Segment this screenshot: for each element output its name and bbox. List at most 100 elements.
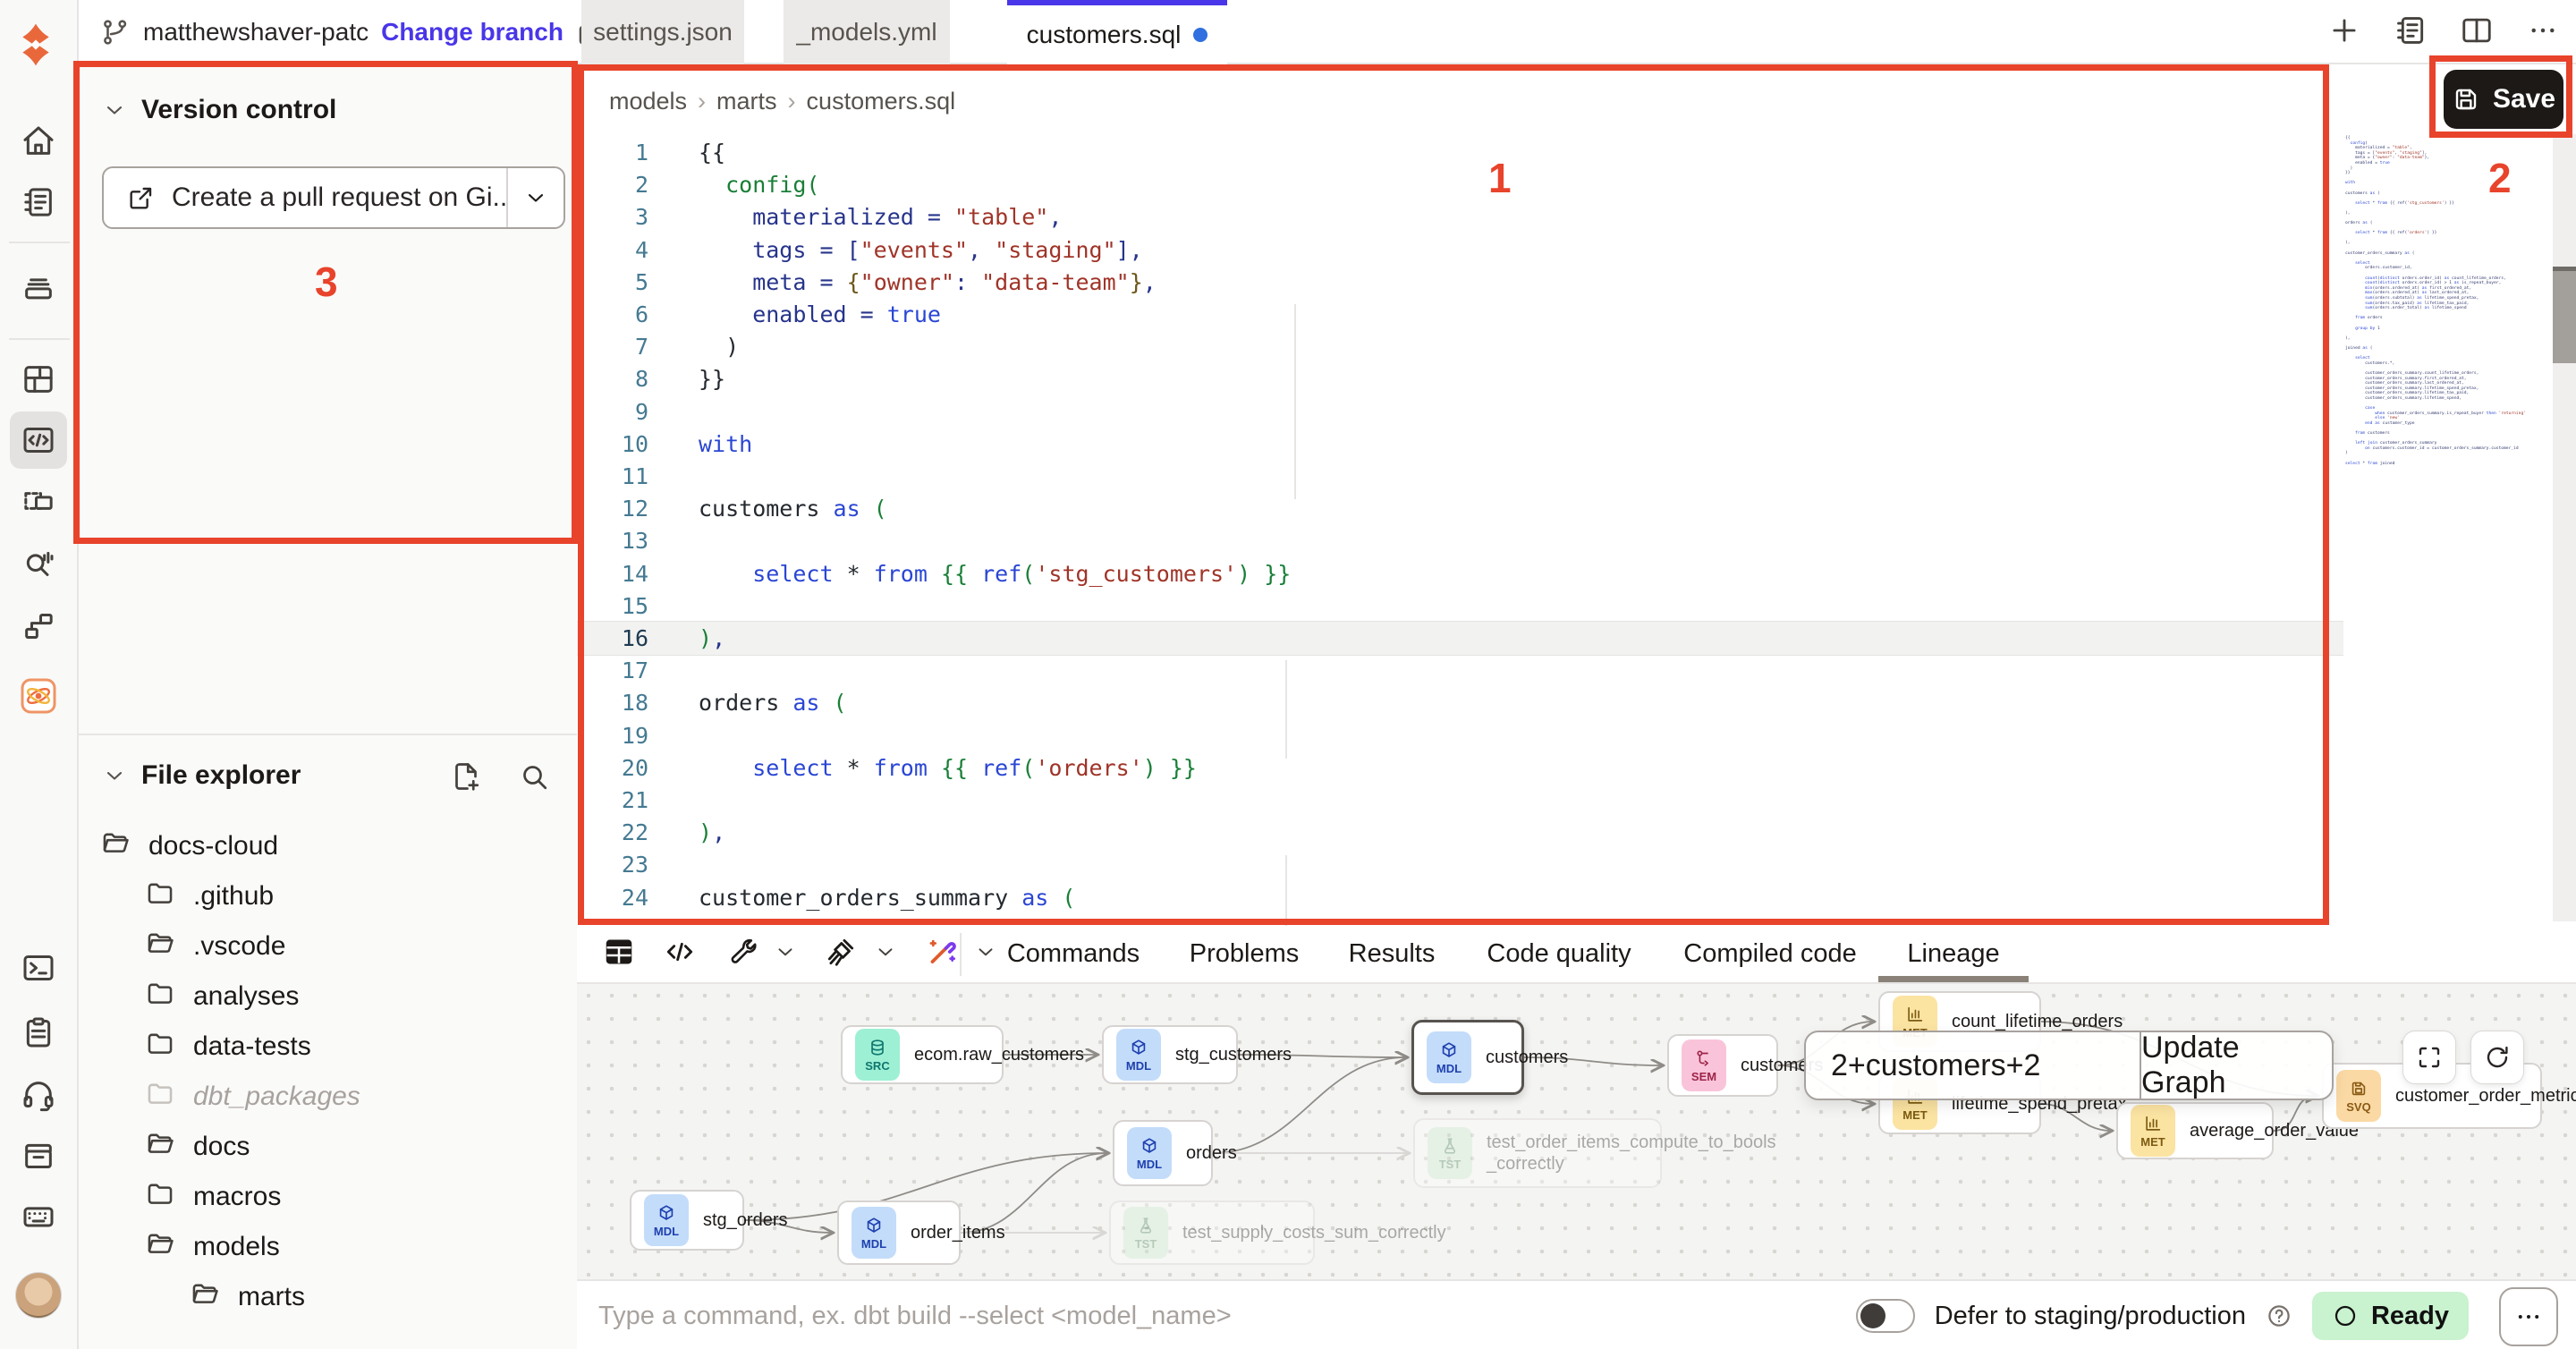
- tree-item-models[interactable]: models: [145, 1222, 280, 1272]
- frame-icon[interactable]: [10, 472, 67, 530]
- tree-item-analyses[interactable]: analyses: [145, 971, 299, 1022]
- lineage-node-raw_customers[interactable]: SRCecom.raw_customers: [841, 1025, 1004, 1084]
- tab-commands[interactable]: Commands: [1007, 926, 1140, 982]
- tab-problems[interactable]: Problems: [1190, 926, 1300, 982]
- code-line-24[interactable]: 24customer_orders_summary as (: [577, 881, 2343, 914]
- tab-settings.json[interactable]: settings.json: [581, 0, 744, 64]
- code-line-9[interactable]: 9: [577, 395, 2343, 428]
- tree-item-marts[interactable]: marts: [190, 1272, 305, 1322]
- tree-item-macros[interactable]: macros: [145, 1172, 281, 1222]
- broom-icon[interactable]: [824, 935, 858, 973]
- code-line-10[interactable]: 10with: [577, 428, 2343, 461]
- code-line-5[interactable]: 5 meta = {"owner": "data-team"},: [577, 266, 2343, 299]
- drawer-icon[interactable]: [10, 1127, 67, 1184]
- search-icon[interactable]: [518, 760, 550, 793]
- split-icon[interactable]: [2460, 13, 2494, 52]
- chevron-down-icon[interactable]: [774, 940, 797, 968]
- code-line-3[interactable]: 3 materialized = "table",: [577, 200, 2343, 233]
- lineage-node-stg_customers[interactable]: MDLstg_customers: [1102, 1025, 1238, 1084]
- command-input[interactable]: Type a command, ex. dbt build --select <…: [598, 1281, 1232, 1349]
- more-options-button[interactable]: [2499, 1287, 2558, 1346]
- lineage-node-customers_sem[interactable]: SEMcustomers: [1667, 1034, 1778, 1097]
- breadcrumb-segment[interactable]: models: [609, 88, 687, 115]
- tree-item-.vscode[interactable]: .vscode: [145, 921, 285, 971]
- tree-item-data-tests[interactable]: data-tests: [145, 1022, 311, 1072]
- new-file-icon[interactable]: [450, 760, 482, 793]
- lineage-node-order_items[interactable]: MDLorder_items: [837, 1201, 961, 1265]
- ellipsis-icon[interactable]: [2526, 13, 2560, 52]
- journal-icon[interactable]: [2394, 13, 2428, 52]
- dbt-atom-icon[interactable]: [10, 667, 67, 725]
- code-line-2[interactable]: 2 config(: [577, 168, 2343, 201]
- magic-wand-icon[interactable]: [924, 935, 958, 973]
- chevron-down-icon[interactable]: [874, 940, 897, 968]
- user-avatar[interactable]: [10, 1267, 67, 1324]
- defer-toggle[interactable]: [1856, 1299, 1915, 1333]
- breadcrumb-segment[interactable]: customers.sql: [807, 88, 956, 115]
- status-badge[interactable]: Ready: [2312, 1292, 2469, 1340]
- home-icon[interactable]: [10, 113, 67, 170]
- code-line-15[interactable]: 15: [577, 590, 2343, 623]
- help-icon[interactable]: [2266, 1302, 2292, 1329]
- code-line-12[interactable]: 12customers as (: [577, 492, 2343, 525]
- refresh-graph-button[interactable]: [2470, 1031, 2524, 1084]
- code-icon[interactable]: [663, 935, 697, 973]
- dbt-logo-icon[interactable]: [11, 20, 61, 70]
- tab-_models.yml[interactable]: _models.yml: [784, 0, 950, 64]
- lineage-node-customers_mdl[interactable]: MDLcustomers: [1411, 1020, 1524, 1095]
- lineage-node-tst_supply[interactable]: TSTtest_supply_costs_sum_correctly: [1109, 1201, 1315, 1265]
- tab-customers.sql[interactable]: customers.sql: [1007, 0, 1227, 64]
- lineage-node-avg_order_value[interactable]: METaverage_order_value: [2116, 1102, 2274, 1159]
- code-line-4[interactable]: 4 tags = ["events", "staging"],: [577, 233, 2343, 267]
- tree-item-.github[interactable]: .github: [145, 871, 274, 921]
- terminal-icon[interactable]: [10, 939, 67, 997]
- lineage-node-stg_orders[interactable]: MDLstg_orders: [630, 1190, 744, 1251]
- code-line-8[interactable]: 8}}: [577, 362, 2343, 395]
- file-explorer-header[interactable]: File explorer: [102, 760, 301, 791]
- update-graph-button[interactable]: Update Graph: [2140, 1032, 2332, 1099]
- change-branch-link[interactable]: Change branch: [381, 18, 564, 47]
- code-line-20[interactable]: 20 select * from {{ ref('orders') }}: [577, 751, 2343, 785]
- code-line-19[interactable]: 19: [577, 719, 2343, 752]
- plus-icon[interactable]: [2327, 13, 2361, 52]
- version-control-header[interactable]: Version control: [102, 95, 336, 125]
- lineage-node-orders[interactable]: MDLorders: [1113, 1120, 1213, 1186]
- breadcrumb-segment[interactable]: marts: [716, 88, 777, 115]
- code-line-14[interactable]: 14 select * from {{ ref('stg_customers')…: [577, 557, 2343, 590]
- headset-icon[interactable]: [10, 1066, 67, 1124]
- keyboard-icon[interactable]: [10, 1188, 67, 1245]
- code-editor-icon[interactable]: [10, 411, 67, 469]
- tree-item-docs-cloud[interactable]: docs-cloud: [100, 821, 278, 871]
- search-sparkle-icon[interactable]: [10, 535, 67, 592]
- tree-item-dbt_packages[interactable]: dbt_packages: [145, 1072, 360, 1122]
- editor-scrollbar[interactable]: [2553, 134, 2576, 921]
- code-line-1[interactable]: 1{{: [577, 136, 2343, 169]
- clipboard-icon[interactable]: [10, 1004, 67, 1061]
- journal-icon[interactable]: [10, 174, 67, 231]
- create-pr-button[interactable]: Create a pull request on Gi...: [102, 166, 565, 229]
- minimap[interactable]: {{ config( materialized = "table", tags …: [2345, 129, 2551, 466]
- grid-icon[interactable]: [10, 351, 67, 408]
- code-line-21[interactable]: 21: [577, 784, 2343, 817]
- code-line-11[interactable]: 11: [577, 460, 2343, 493]
- pr-dropdown-caret[interactable]: [506, 168, 564, 227]
- lineage-graph[interactable]: SRCecom.raw_customers MDLstg_customers MDL…: [577, 984, 2576, 1279]
- code-line-6[interactable]: 6 enabled = true: [577, 298, 2343, 331]
- code-line-17[interactable]: 17: [577, 654, 2343, 687]
- tab-compiled-code[interactable]: Compiled code: [1683, 926, 1856, 982]
- lineage-selector-input[interactable]: 2+customers+2: [1806, 1032, 2140, 1099]
- code-line-23[interactable]: 23: [577, 848, 2343, 881]
- code-line-13[interactable]: 13: [577, 524, 2343, 557]
- code-line-18[interactable]: 18orders as (: [577, 686, 2343, 719]
- code-line-16[interactable]: 16),: [577, 622, 2343, 655]
- fullscreen-button[interactable]: [2402, 1031, 2456, 1084]
- table-icon[interactable]: [602, 935, 636, 973]
- tab-results[interactable]: Results: [1349, 926, 1436, 982]
- chevron-down-icon[interactable]: [974, 940, 997, 968]
- flow-icon[interactable]: [10, 598, 67, 655]
- scrollbar-thumb[interactable]: [2553, 267, 2576, 363]
- stack-icon[interactable]: [10, 259, 67, 317]
- tab-code-quality[interactable]: Code quality: [1487, 926, 1631, 982]
- code-line-22[interactable]: 22),: [577, 816, 2343, 849]
- wrench-icon[interactable]: [724, 935, 758, 973]
